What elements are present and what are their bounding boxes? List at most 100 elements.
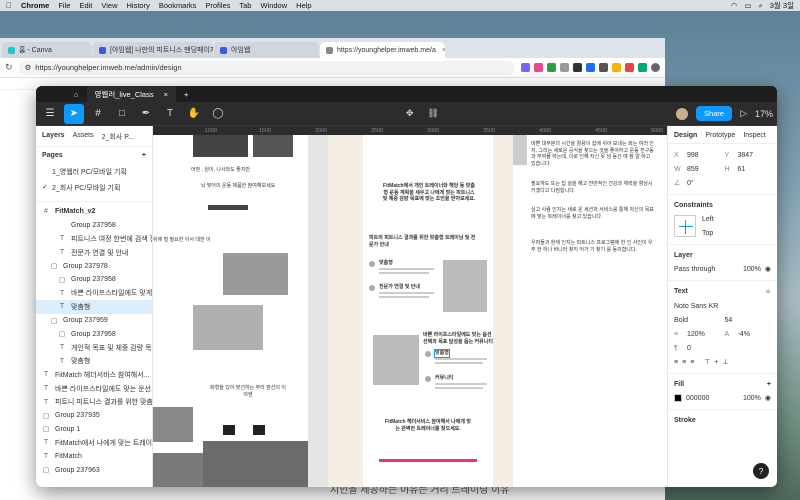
layer-row[interactable]: T 맞춤형 (36, 355, 152, 369)
align-center-icon[interactable]: ≡ (682, 359, 686, 366)
layer-row[interactable]: T 바쁜 라이프스타일에도 맞게 설... (36, 287, 152, 301)
clock[interactable]: 3월 3일 (770, 0, 794, 11)
eye-icon[interactable]: ◉ (765, 265, 771, 273)
tab-layers[interactable]: Layers (42, 132, 65, 142)
design-canvas[interactable]: -1000 1500 2000 2500 3000 3500 4000 4500 5000 어떤… (153, 126, 667, 487)
align-middle-icon[interactable]: + (714, 359, 718, 366)
add-fill-icon[interactable]: + (767, 381, 771, 388)
align-left-icon[interactable]: ≡ (674, 359, 678, 366)
hand-tool-icon[interactable]: ✋ (184, 104, 204, 124)
height-field[interactable]: 61 (738, 166, 772, 173)
constraint-v[interactable]: Top (702, 230, 713, 237)
eye-icon[interactable]: ◉ (765, 394, 771, 402)
align-right-icon[interactable]: ≡ (690, 359, 694, 366)
main-menu-icon[interactable]: ☰ (40, 104, 60, 124)
move-tool-icon[interactable]: ➤ (64, 103, 84, 124)
share-button[interactable]: Share (696, 106, 733, 121)
rotation-field[interactable]: 0° (687, 180, 771, 187)
close-icon[interactable]: × (164, 90, 168, 99)
selected-text-item[interactable]: 맞춤형 (434, 349, 450, 358)
profile-avatar[interactable] (651, 63, 660, 72)
constraint-h[interactable]: Left (702, 216, 714, 223)
layer-row-selected[interactable]: T 맞춤형 (36, 300, 152, 314)
browser-tab-active[interactable]: https://younghelper.imweb.me/a × (320, 42, 445, 58)
menu-file[interactable]: File (58, 1, 70, 10)
page-item[interactable]: 1_영웹러 PC/모바일 기획 (36, 164, 152, 180)
play-icon[interactable]: ▷ (740, 108, 747, 119)
extension-icon[interactable] (547, 63, 556, 72)
extension-icon[interactable] (586, 63, 595, 72)
menu-edit[interactable]: Edit (79, 1, 92, 10)
rectangle-tool-icon[interactable]: □ (112, 104, 132, 124)
align-top-icon[interactable]: ⊤ (704, 358, 710, 366)
layer-row[interactable]: Group 237958 (36, 219, 152, 233)
page-item-current[interactable]: 2_회사 PC/모바일 기획 (36, 180, 152, 196)
link-icon[interactable]: ⛓ (428, 108, 439, 119)
wifi-icon[interactable]: ◠ (731, 1, 738, 10)
frame-right-text[interactable]: 바쁜 대부분의 시간을 활용이 쉽에 쉬어 보내는 화는 여러 인지. 그리는 … (513, 135, 667, 487)
browser-tab-canva[interactable]: 홈 - Canva (2, 42, 92, 58)
font-weight-select[interactable]: Bold (674, 317, 721, 324)
apple-icon[interactable]:  (6, 1, 12, 10)
opacity-field[interactable]: 100% (743, 266, 761, 273)
constraint-widget[interactable] (674, 215, 696, 237)
extension-icon[interactable] (625, 63, 634, 72)
layer-row[interactable]: ▢ Group 237958 (36, 273, 152, 287)
add-page-icon[interactable]: + (142, 152, 146, 159)
close-icon[interactable]: × (442, 47, 445, 54)
tab-assets[interactable]: Assets (73, 132, 94, 142)
layer-row[interactable]: T 바쁜 라이프스타일에도 맞는 운선... (36, 382, 152, 396)
frame-center[interactable]: FitMatch에서 개인 트레이너와 해당 등 맞춤형 운동 계획을 세우고 … (363, 135, 493, 487)
font-family-select[interactable]: Noto Sans KR (674, 303, 771, 310)
site-info-icon[interactable]: ⚙ (25, 63, 32, 72)
extension-icon[interactable] (521, 63, 530, 72)
fill-hex-field[interactable]: 000000 (686, 395, 739, 402)
menu-view[interactable]: View (101, 1, 117, 10)
x-field[interactable]: 998 (687, 152, 721, 159)
zoom-level[interactable]: 17% (755, 109, 773, 119)
line-height-field[interactable]: 120% (687, 331, 721, 338)
layer-row[interactable]: ▢ Group 237978 (36, 259, 152, 273)
text-tool-icon[interactable]: T (160, 104, 180, 124)
help-button[interactable]: ? (753, 463, 769, 479)
extension-icon[interactable] (599, 63, 608, 72)
layer-row[interactable]: T 피트니 피트니스 결과를 위한 맞춤형... (36, 395, 152, 409)
search-icon[interactable]: ⌕ (759, 1, 763, 11)
tab-design[interactable]: Design (674, 132, 697, 139)
tab-inspect[interactable]: Inspect (743, 132, 766, 139)
align-bottom-icon[interactable]: ⊥ (722, 358, 728, 366)
menu-help[interactable]: Help (296, 1, 311, 10)
layer-row[interactable]: T FitMatch 헤더서비스 참여해서... (36, 368, 152, 382)
tab-page-switcher[interactable]: 2_회사 P... (102, 132, 134, 142)
figma-file-tab[interactable]: 영웹러_live_Class × (86, 86, 176, 102)
layer-row[interactable]: ▢ Group 237963 (36, 463, 152, 477)
menu-profiles[interactable]: Profiles (205, 1, 230, 10)
layer-row[interactable]: ▢ Group 237958 (36, 327, 152, 341)
layer-row[interactable]: T 피트니스 여정 한번에 검색 전문... (36, 232, 152, 246)
layer-row[interactable]: # FitMatch_v2 (36, 205, 152, 219)
extension-icon[interactable] (612, 63, 621, 72)
text-styles-icon[interactable]: ⁘ (765, 288, 771, 296)
browser-tab-imweb[interactable]: 아임웹 (214, 42, 319, 58)
letter-spacing-field[interactable]: -4% (738, 331, 772, 338)
plus-icon[interactable]: + (184, 90, 188, 99)
paragraph-spacing-field[interactable]: 0 (687, 345, 771, 352)
menu-window[interactable]: Window (260, 1, 287, 10)
url-field[interactable]: ⚙ https://younghelper.imweb.me/admin/des… (18, 60, 515, 75)
reload-icon[interactable]: ↻ (5, 62, 13, 73)
width-field[interactable]: 859 (687, 166, 721, 173)
layer-row[interactable]: T 개인적 목표 및 체중 감량 목표... (36, 341, 152, 355)
layer-row[interactable]: T 전문가 연결 및 안내 (36, 246, 152, 260)
extension-icon[interactable] (638, 63, 647, 72)
menu-history[interactable]: History (127, 1, 150, 10)
avatar[interactable] (676, 107, 689, 120)
menu-app[interactable]: Chrome (21, 1, 49, 10)
browser-tab-imweb-landing[interactable]: [아임웹] 나만의 피트니스 맨딩페이지 (93, 42, 213, 58)
layer-row[interactable]: T FitMatch에서 나에게 맞는 트레이너... (36, 436, 152, 450)
comment-tool-icon[interactable]: ◯ (208, 104, 228, 124)
y-field[interactable]: 3847 (738, 152, 772, 159)
extension-icon[interactable] (534, 63, 543, 72)
fill-opacity-field[interactable]: 100% (743, 395, 761, 402)
frame-left[interactable]: 어떤 , 원이, 나사와도 좋지만 뇌 맞어의 운동 제품한 참여해보세요 위에… (153, 135, 308, 487)
home-icon[interactable]: ⌂ (74, 90, 79, 99)
